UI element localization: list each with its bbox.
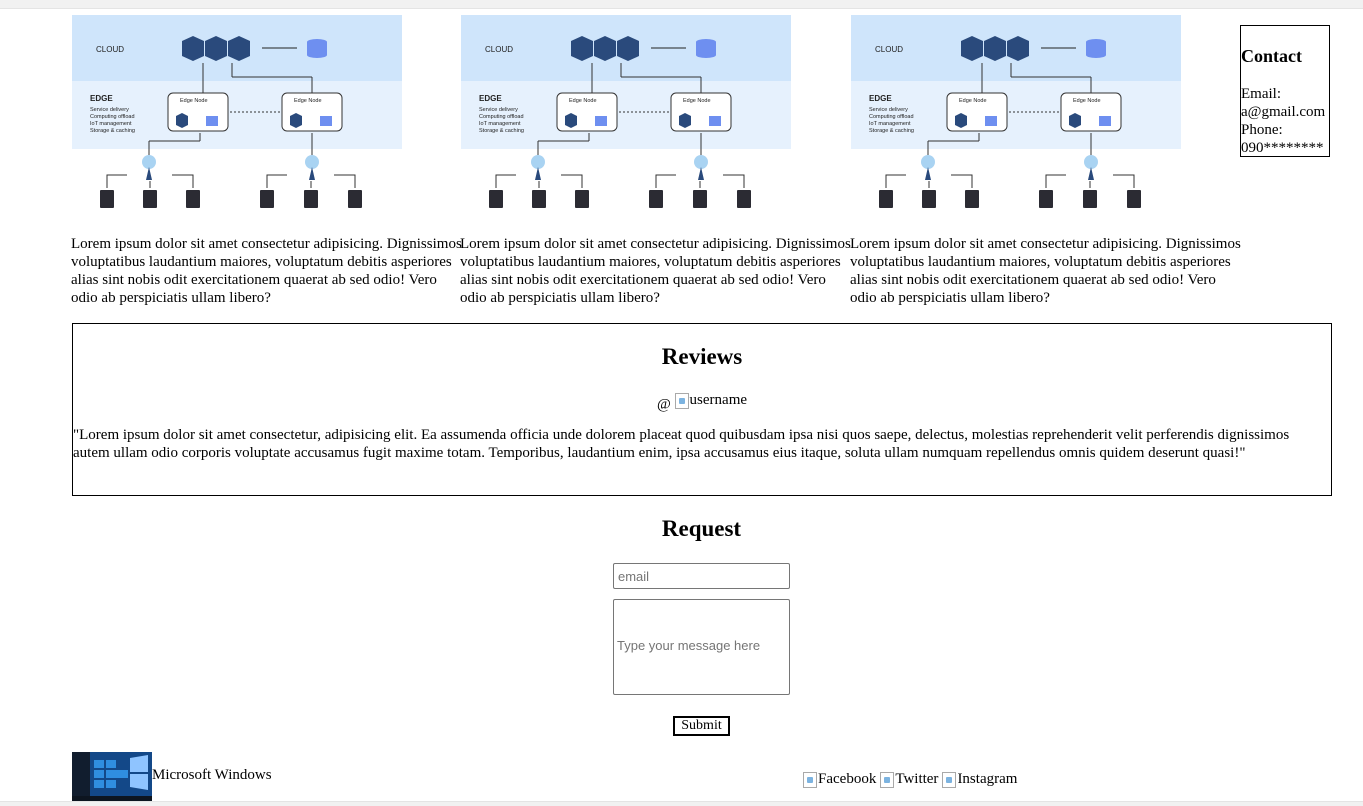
- edge-computing-diagram-image: CLOUD EDGE Service delivery Computing of…: [72, 15, 402, 208]
- edge-item: IoT management: [869, 121, 911, 127]
- edge-node-label: Edge Node: [959, 98, 987, 104]
- cloud-label: CLOUD: [96, 45, 124, 54]
- edge-item: Computing offload: [479, 114, 524, 120]
- broken-image-icon: [880, 771, 895, 788]
- card-description: Lorem ipsum dolor sit amet consectetur a…: [850, 236, 1241, 306]
- review-quote: "Lorem ipsum dolor sit amet consectetur,…: [73, 427, 1290, 461]
- edge-node-label: Edge Node: [569, 98, 597, 104]
- edge-label: EDGE: [479, 94, 502, 103]
- edge-computing-diagram-image: CLOUD EDGE Service delivery Computing of…: [851, 15, 1181, 208]
- contact-title: Contact: [1241, 46, 1302, 66]
- edge-item: Service delivery: [90, 107, 129, 113]
- at-symbol: @: [656, 396, 671, 413]
- browser-top-edge: [0, 0, 1363, 9]
- cloud-label: CLOUD: [485, 45, 513, 54]
- edge-item: Storage & caching: [869, 128, 914, 134]
- edge-node-label: Edge Node: [683, 98, 711, 104]
- submit-button[interactable]: Submit: [673, 716, 730, 736]
- edge-item: IoT management: [90, 121, 132, 127]
- contact-email-value: a@gmail.com: [1241, 104, 1326, 120]
- edge-node-label: Edge Node: [294, 98, 322, 104]
- facebook-alt-text: Facebook: [818, 771, 877, 787]
- edge-node-label: Edge Node: [180, 98, 208, 104]
- username-avatar-broken-image: username: [674, 392, 748, 409]
- twitter-link[interactable]: Twitter: [880, 771, 938, 788]
- card-description: Lorem ipsum dolor sit amet consectetur a…: [460, 236, 851, 306]
- broken-image-icon: [942, 771, 957, 788]
- contact-phone-value: 090********: [1241, 140, 1324, 156]
- email-input[interactable]: [613, 563, 790, 589]
- browser-bottom-edge: [0, 801, 1363, 806]
- edge-computing-diagram-image: CLOUD EDGE Service delivery Computing of…: [461, 15, 791, 208]
- brand-text: Microsoft Windows: [152, 767, 272, 783]
- edge-label: EDGE: [869, 94, 892, 103]
- edge-item: Computing offload: [90, 114, 135, 120]
- contact-box: Contact Email: a@gmail.com Phone: 090***…: [1240, 25, 1330, 157]
- reviews-title: Reviews: [661, 344, 743, 369]
- edge-item: IoT management: [479, 121, 521, 127]
- windows-logo-image: [72, 752, 152, 801]
- edge-label: EDGE: [90, 94, 113, 103]
- edge-item: Service delivery: [479, 107, 518, 113]
- twitter-alt-text: Twitter: [895, 771, 939, 787]
- instagram-link[interactable]: Instagram: [942, 771, 1017, 788]
- social-links: Facebook Twitter Instagram: [803, 771, 1017, 788]
- broken-image-icon: [803, 771, 817, 788]
- card-description: Lorem ipsum dolor sit amet consectetur a…: [71, 236, 462, 306]
- facebook-link[interactable]: Facebook: [803, 771, 876, 788]
- edge-item: Computing offload: [869, 114, 914, 120]
- broken-image-icon: [674, 392, 689, 409]
- reviews-section: Reviews @ username "Lorem ipsum dolor si…: [72, 323, 1332, 496]
- contact-phone-label: Phone:: [1241, 122, 1283, 138]
- username-alt-text: username: [689, 392, 748, 408]
- request-title: Request: [661, 516, 742, 541]
- message-textarea[interactable]: [613, 599, 790, 695]
- cloud-label: CLOUD: [875, 45, 903, 54]
- edge-item: Service delivery: [869, 107, 908, 113]
- edge-node-label: Edge Node: [1073, 98, 1101, 104]
- edge-item: Storage & caching: [479, 128, 524, 134]
- contact-email-label: Email:: [1241, 86, 1281, 102]
- reviewer-line: @ username: [73, 392, 1331, 414]
- instagram-alt-text: Instagram: [957, 771, 1018, 787]
- edge-item: Storage & caching: [90, 128, 135, 134]
